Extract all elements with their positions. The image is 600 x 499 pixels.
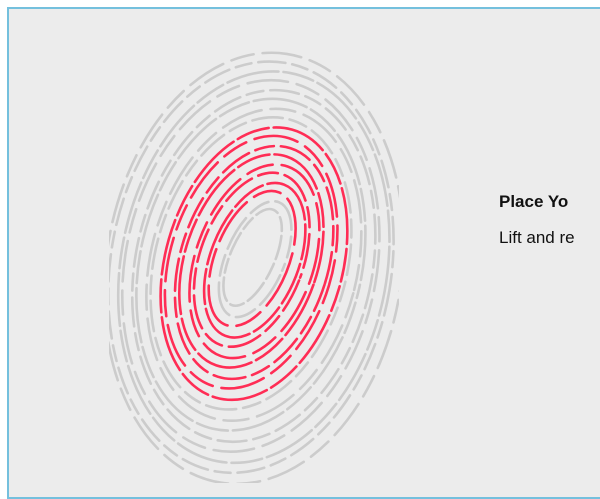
fingerprint-illustration: [109, 33, 399, 483]
instruction-title: Place Yo: [499, 192, 569, 211]
touch-id-setup-window: Place Yo Lift and re: [7, 7, 600, 499]
instruction-subtitle: Lift and re: [499, 228, 575, 247]
fingerprint-ridge: [149, 116, 353, 411]
fingerprint-icon: [109, 51, 399, 483]
instructions-panel: Place Yo Lift and re: [499, 192, 600, 248]
